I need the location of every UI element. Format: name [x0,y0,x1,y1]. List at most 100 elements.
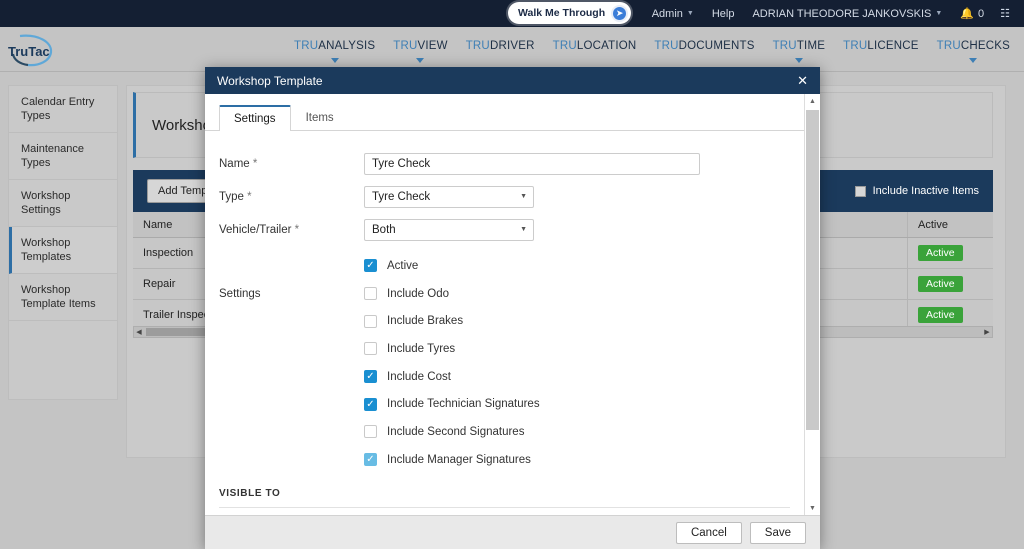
required-marker: * [295,224,299,236]
settings-checkbox-row: ✓ Include Technician Signatures [219,390,790,418]
nav-item-trutime[interactable]: TRUTIME [764,40,835,63]
nav-item-trudocuments[interactable]: TRUDOCUMENTS [645,40,763,52]
checkbox-include-manager-signatures-label: Include Manager Signatures [387,454,531,466]
type-select[interactable]: Tyre Check ▼ [364,186,534,208]
sidebar-item-workshop-settings[interactable]: Workshop Settings [9,180,117,227]
sidebar-item-calendar-entry-types[interactable]: Calendar Entry Types [9,86,117,133]
nav-suffix: LOCATION [577,40,637,52]
chevron-down-icon [795,58,803,63]
checkbox-include-odo[interactable] [364,287,377,300]
chevron-up-icon[interactable]: ▲ [805,94,820,108]
walk-me-through-button[interactable]: Walk Me Through ➤ [508,2,631,24]
nav-suffix: LICENCE [867,40,918,52]
include-inactive-items-checkbox[interactable]: Include Inactive Items [855,185,979,197]
settings-checkbox-row: Include Second Signatures [219,418,790,446]
name-label: Name * [219,158,364,170]
sidebar-item-label: Workshop Templates [21,237,71,263]
admin-menu-label: Admin [652,8,683,20]
checkbox-include-odo-label: Include Odo [387,288,449,300]
user-menu[interactable]: ADRIAN THEODORE JANKOVSKIS ▼ [752,8,942,20]
vehicle-trailer-select[interactable]: Both ▼ [364,219,534,241]
notifications-count: 0 [978,8,984,20]
vehicle-trailer-select-value: Both [372,224,396,236]
nav-items: TRUANALYSIS TRUVIEW TRUDRIVER TRULOCATIO… [285,40,1024,63]
type-field-row: Type * Tyre Check ▼ [219,180,790,213]
scrollbar-thumb[interactable] [806,110,819,430]
sidebar-item-workshop-templates[interactable]: Workshop Templates [9,227,117,274]
tab-label: Settings [234,113,276,125]
checkbox-include-cost-label: Include Cost [387,371,451,383]
checkbox-active-label: Active [387,260,418,272]
checkbox-include-tyres[interactable] [364,342,377,355]
chevron-down-icon [416,58,424,63]
nav-suffix: VIEW [418,40,448,52]
workshop-template-dialog: Workshop Template ✕ Settings Items Name [205,67,820,549]
column-header-active[interactable]: Active [908,212,993,237]
nav-prefix: TRU [466,40,490,52]
checkbox-include-technician-signatures-label: Include Technician Signatures [387,398,540,410]
sidebar-item-label: Workshop Settings [21,190,70,216]
cancel-button[interactable]: Cancel [676,522,742,544]
settings-checkbox-row: Include Brakes [219,307,790,335]
notifications-button[interactable]: 🔔 0 [960,7,984,20]
checkbox-include-manager-signatures[interactable]: ✓ [364,453,377,466]
nav-suffix: DRIVER [490,40,535,52]
apps-icon[interactable]: ☷ [1000,7,1010,20]
bell-icon: 🔔 [960,7,974,20]
chevron-down-icon: ▼ [520,193,527,200]
close-icon[interactable]: ✕ [797,73,808,89]
nav-item-truchecks[interactable]: TRUCHECKS [928,40,1019,63]
scrollbar-track[interactable] [805,108,820,501]
checkbox-include-second-signatures[interactable] [364,425,377,438]
sidebar-item-label: Calendar Entry Types [21,96,94,122]
checkbox-active[interactable]: ✓ [364,259,377,272]
nav-suffix: CHECKS [961,40,1010,52]
nav-item-truview[interactable]: TRUVIEW [384,40,456,63]
dialog-title: Workshop Template [217,74,323,88]
chevron-right-icon[interactable]: ➤ [611,5,628,22]
sidebar-item-workshop-template-items[interactable]: Workshop Template Items [9,274,117,321]
visible-to-section-header: VISIBLE TO [219,488,790,508]
help-link[interactable]: Help [712,8,735,20]
chevron-down-icon: ▼ [687,10,694,17]
nav-suffix: ANALYSIS [318,40,375,52]
settings-checkbox-row: ✓ Include Manager Signatures [219,446,790,474]
visible-to-form: Divisions ✓ Select All [205,508,804,516]
nav-item-trulicence[interactable]: TRULICENCE [834,40,928,52]
nav-prefix: TRU [773,40,797,52]
help-label: Help [712,8,735,20]
required-marker: * [253,158,257,170]
admin-menu[interactable]: Admin ▼ [652,8,694,20]
settings-form: Name * Type * Tyre Check ▼ [205,131,804,474]
nav-item-trufleet[interactable]: TRUFLEET [1019,40,1024,63]
checkbox-include-cost[interactable]: ✓ [364,370,377,383]
chevron-down-icon: ▼ [935,10,942,17]
active-checkbox-row: ✓ Active [219,252,790,280]
checkbox-include-technician-signatures[interactable]: ✓ [364,398,377,411]
tab-items[interactable]: Items [291,105,349,131]
dialog-header: Workshop Template ✕ [205,67,820,94]
nav-item-trulocation[interactable]: TRULOCATION [544,40,646,52]
dialog-footer: Cancel Save [205,515,820,549]
nav-item-trudriver[interactable]: TRUDRIVER [457,40,544,52]
chevron-left-icon[interactable]: ◀ [134,328,144,336]
save-button[interactable]: Save [750,522,806,544]
settings-checkbox-row: Settings Include Odo [219,280,790,308]
checkbox-include-brakes[interactable] [364,315,377,328]
tab-settings[interactable]: Settings [219,105,291,131]
type-label: Type * [219,191,364,203]
name-input[interactable] [364,153,700,175]
chevron-down-icon [331,58,339,63]
vehicle-trailer-label-text: Vehicle/Trailer [219,224,291,236]
chevron-down-icon[interactable]: ▼ [805,501,820,515]
user-name-label: ADRIAN THEODORE JANKOVSKIS [752,8,931,20]
nav-item-truanalysis[interactable]: TRUANALYSIS [285,40,384,63]
checkbox-include-brakes-label: Include Brakes [387,315,463,327]
dialog-vertical-scrollbar[interactable]: ▲ ▼ [804,94,820,515]
status-badge: Active [918,276,963,292]
dialog-body: Settings Items Name * [205,94,820,515]
app-root: Admin ▼ Help ADRIAN THEODORE JANKOVSKIS … [0,0,1024,549]
trutac-logo-icon[interactable]: TruTac [6,32,70,68]
chevron-right-icon[interactable]: ▶ [982,328,992,336]
sidebar-item-maintenance-types[interactable]: Maintenance Types [9,133,117,180]
